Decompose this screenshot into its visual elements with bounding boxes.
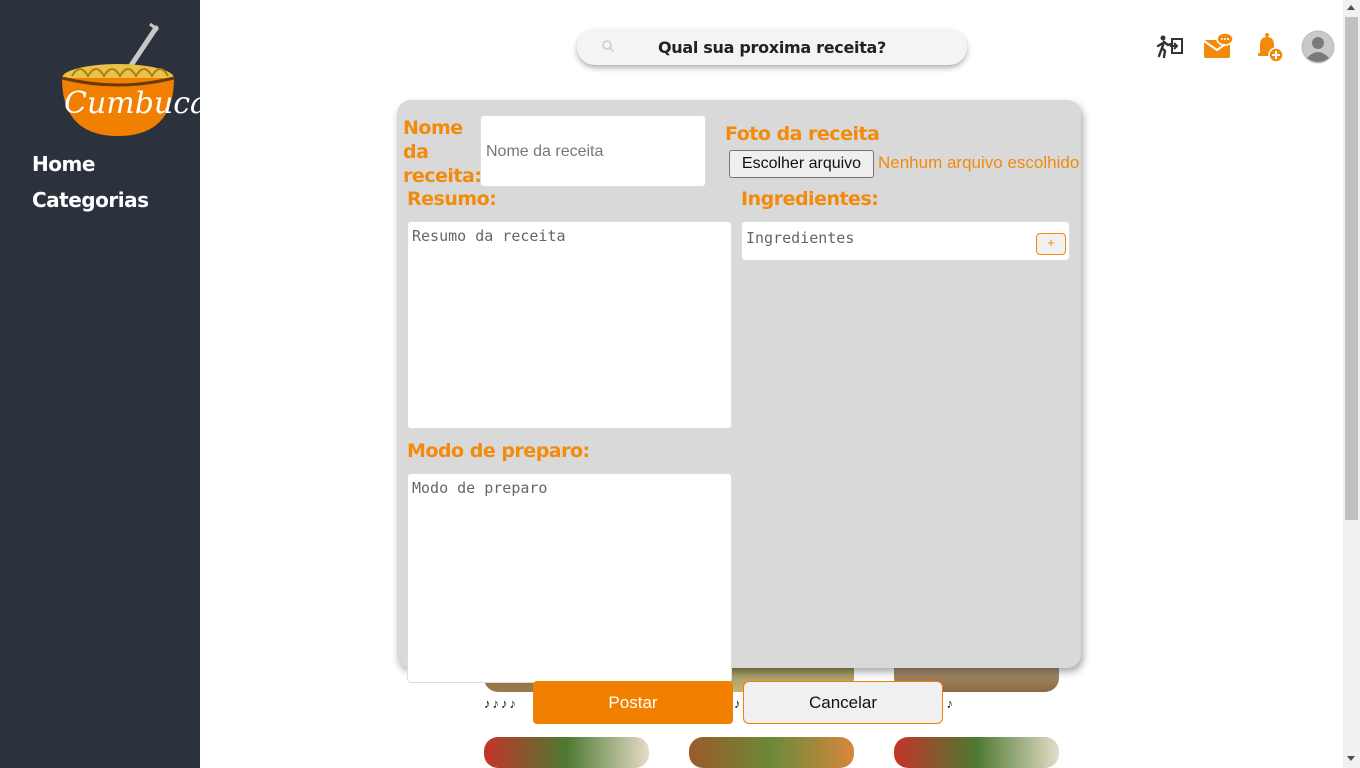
scroll-up-arrow[interactable] — [1347, 5, 1355, 10]
main-content: Qual sua proxima receita? ♪♪♪♪ ♪ ♪♪ Nome… — [200, 0, 1343, 768]
sidebar-item-categorias[interactable]: Categorias — [32, 188, 149, 212]
method-textarea[interactable]: Modo de preparo — [407, 473, 732, 683]
search-input[interactable]: Qual sua proxima receita? — [577, 38, 967, 57]
cancel-button[interactable]: Cancelar — [743, 681, 943, 724]
cumbuca-logo[interactable]: Cumbuca — [58, 20, 208, 140]
notifications-add-icon[interactable] — [1251, 30, 1285, 64]
choose-file-button[interactable]: Escolher arquivo — [729, 150, 874, 178]
search-bar[interactable]: Qual sua proxima receita? — [577, 29, 967, 65]
messages-icon[interactable] — [1201, 30, 1235, 64]
ingredients-label: Ingredientes: — [741, 188, 879, 210]
recipe-name-label: Nome da receita: — [403, 117, 482, 187]
summary-label: Resumo: — [407, 188, 497, 210]
scroll-down-arrow[interactable] — [1347, 756, 1355, 761]
post-button[interactable]: Postar — [533, 681, 733, 724]
file-status: Nenhum arquivo escolhido — [878, 153, 1080, 172]
rating-stars: ♪ — [734, 696, 743, 711]
sidebar: Cumbuca Home Categorias — [0, 0, 208, 768]
page-scrollbar[interactable] — [1343, 0, 1360, 768]
recipe-card-image[interactable] — [894, 737, 1059, 768]
recipe-card-image[interactable] — [689, 737, 854, 768]
recipe-name-input[interactable]: Nome da receita — [480, 115, 706, 187]
ingredients-input[interactable]: Ingredientes — [741, 221, 1070, 261]
add-ingredient-button[interactable]: + — [1036, 233, 1066, 255]
new-recipe-form: Nome da receita: Nome da receita Foto da… — [397, 100, 1081, 683]
recipe-photo-label: Foto da receita — [725, 123, 880, 145]
scroll-thumb[interactable] — [1345, 17, 1358, 520]
rating-stars: ♪♪♪♪ — [484, 696, 518, 711]
logout-icon[interactable] — [1151, 30, 1185, 64]
avatar-icon[interactable] — [1301, 30, 1335, 64]
recipe-card-image[interactable] — [484, 737, 649, 768]
method-label: Modo de preparo: — [407, 440, 590, 462]
summary-textarea[interactable]: Resumo da receita — [407, 221, 732, 429]
logo-text: Cumbuca — [64, 86, 208, 121]
sidebar-item-home[interactable]: Home — [32, 152, 95, 176]
